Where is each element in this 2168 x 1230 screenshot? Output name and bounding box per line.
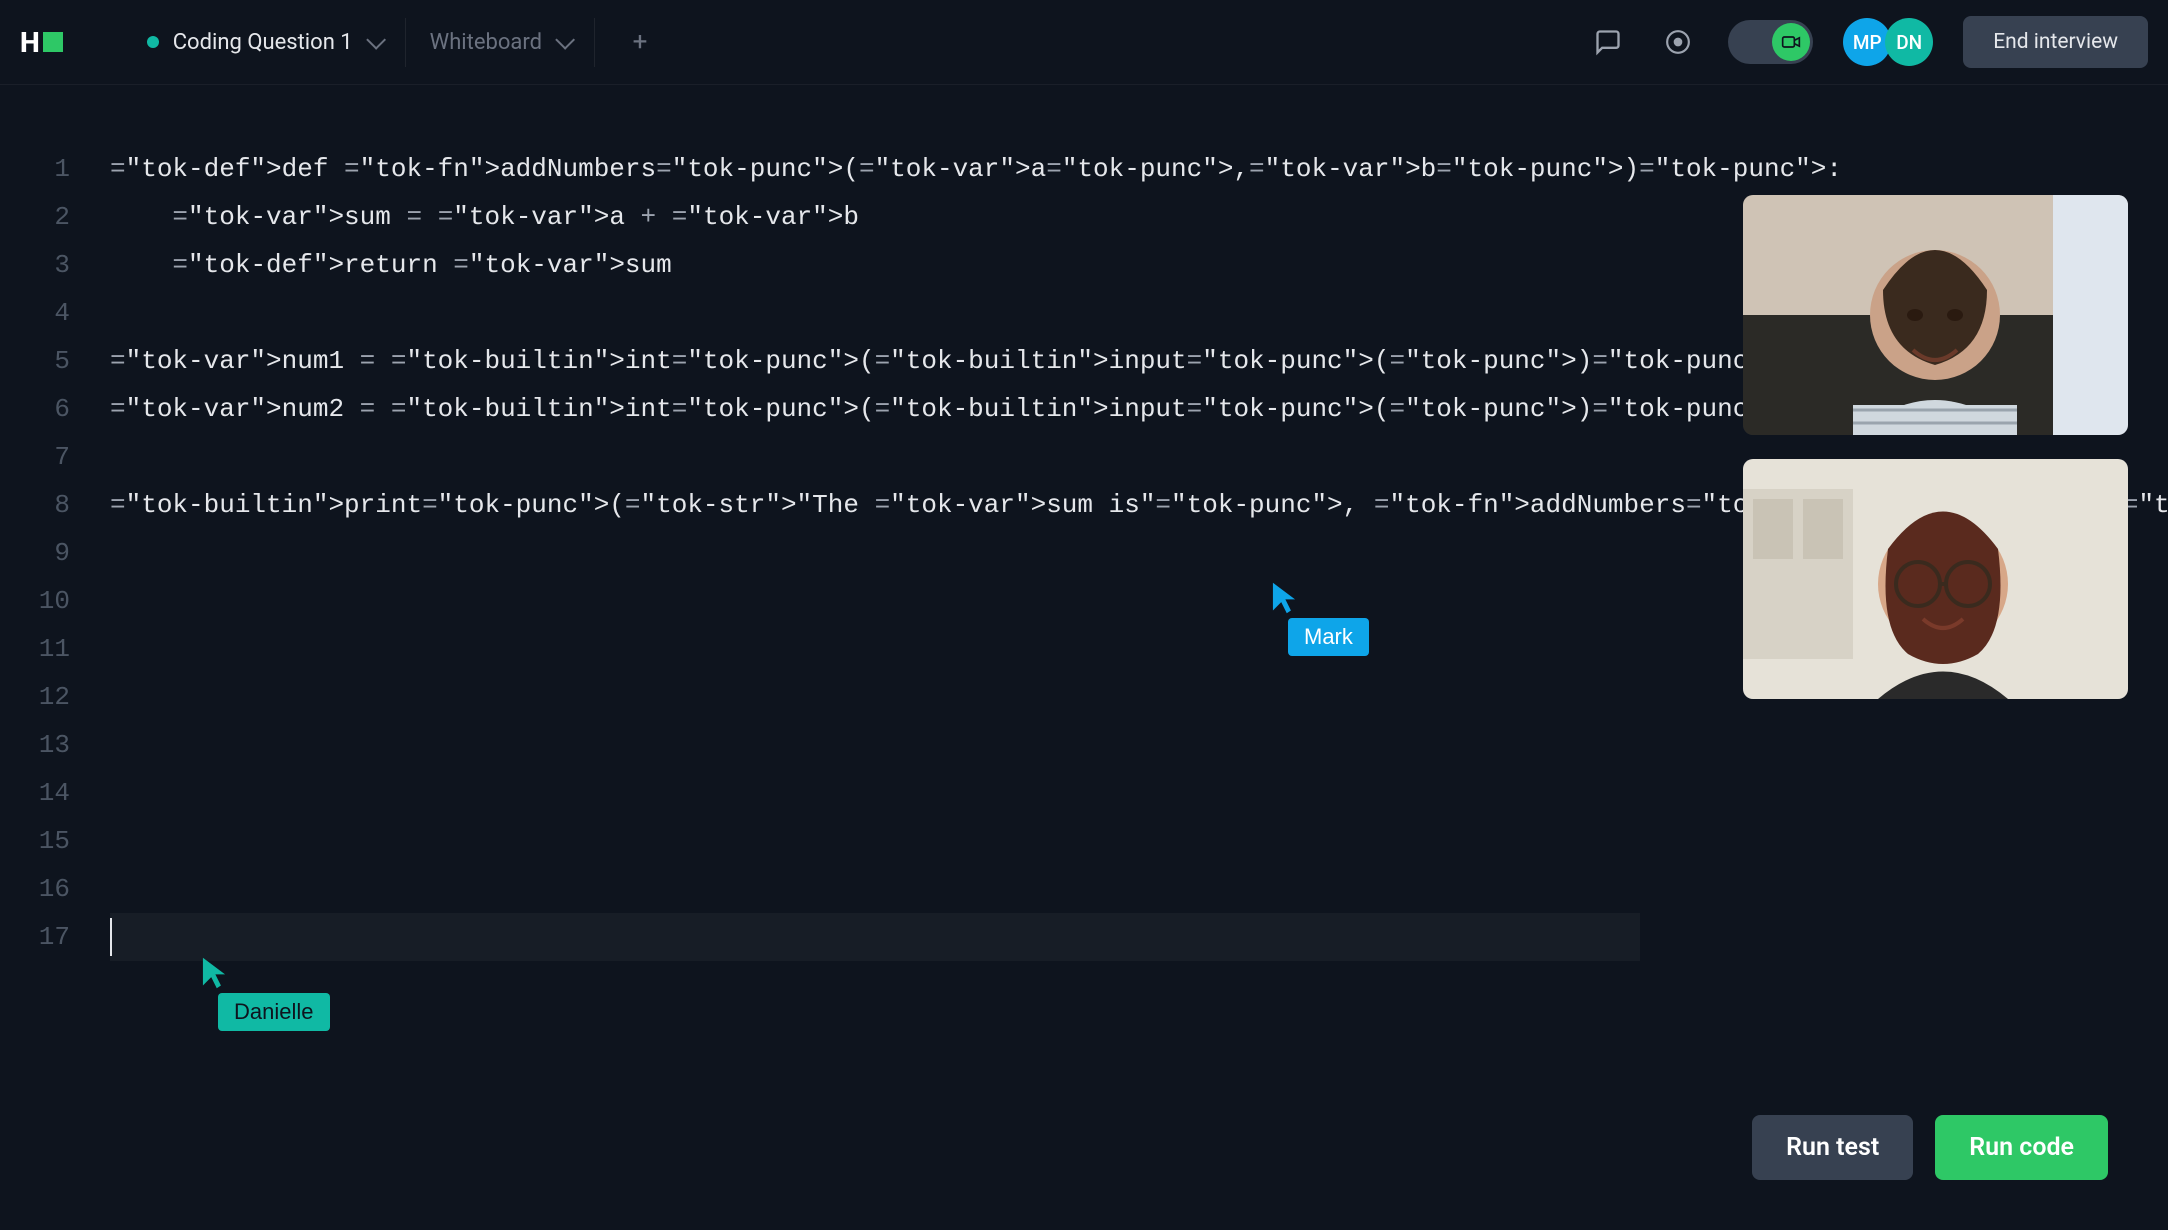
line-number: 14 — [0, 769, 70, 817]
tab-label: Coding Question 1 — [173, 30, 353, 55]
tab-whiteboard[interactable]: Whiteboard — [406, 18, 595, 67]
run-code-button[interactable]: Run code — [1935, 1115, 2108, 1180]
logo-letter: H — [20, 26, 39, 59]
footer-actions: Run test Run code — [1752, 1115, 2108, 1180]
cursor-label: Danielle — [218, 993, 330, 1031]
code-area[interactable]: ="tok-def">def ="tok-fn">addNumbers="tok… — [110, 145, 1640, 961]
video-feed-2 — [1743, 459, 2128, 699]
line-number: 2 — [0, 193, 70, 241]
line-number: 17 — [0, 913, 70, 961]
run-test-button[interactable]: Run test — [1752, 1115, 1913, 1180]
line-number: 16 — [0, 865, 70, 913]
line-number: 12 — [0, 673, 70, 721]
gutter: 1234567891011121314151617 — [0, 145, 110, 961]
video-tile-2[interactable] — [1743, 459, 2128, 699]
code-line[interactable]: ="tok-var">num2 = ="tok-builtin">int="to… — [110, 385, 1640, 433]
video-icon — [1781, 32, 1801, 52]
video-tile-1[interactable] — [1743, 195, 2128, 435]
cursor-icon — [1270, 580, 1298, 616]
video-feed-1 — [1743, 195, 2128, 435]
code-line[interactable] — [110, 721, 1640, 769]
remote-cursor-mark: Mark — [1270, 580, 1298, 616]
code-line[interactable] — [110, 289, 1640, 337]
record-icon — [1665, 29, 1691, 55]
logo-block — [43, 32, 63, 52]
code-line[interactable]: ="tok-var">sum = ="tok-var">a + ="tok-va… — [110, 193, 1640, 241]
header-controls: MP DN End interview — [1588, 16, 2148, 68]
code-line[interactable]: ="tok-def">return ="tok-var">sum — [110, 241, 1640, 289]
code-line[interactable] — [110, 865, 1640, 913]
chevron-down-icon[interactable] — [555, 30, 575, 50]
code-line[interactable] — [110, 673, 1640, 721]
code-line[interactable] — [110, 625, 1640, 673]
code-line[interactable]: ="tok-def">def ="tok-fn">addNumbers="tok… — [110, 145, 1640, 193]
line-number: 6 — [0, 385, 70, 433]
remote-cursor-danielle: Danielle — [200, 955, 228, 991]
chevron-down-icon[interactable] — [366, 30, 386, 50]
line-number: 3 — [0, 241, 70, 289]
code-line[interactable] — [110, 769, 1640, 817]
avatar-dn[interactable]: DN — [1885, 18, 1933, 66]
tab-coding-question[interactable]: Coding Question 1 — [123, 18, 406, 67]
line-number: 8 — [0, 481, 70, 529]
line-number: 11 — [0, 625, 70, 673]
avatar-mp[interactable]: MP — [1843, 18, 1891, 66]
code-line[interactable]: ="tok-builtin">print="tok-punc">(="tok-s… — [110, 481, 1640, 529]
line-number: 5 — [0, 337, 70, 385]
record-button[interactable] — [1658, 22, 1698, 62]
avatar-initials: MP — [1853, 31, 1882, 54]
header: H Coding Question 1 Whiteboard + — [0, 0, 2168, 85]
line-number: 10 — [0, 577, 70, 625]
code-line[interactable] — [110, 433, 1640, 481]
code-line[interactable] — [110, 817, 1640, 865]
line-number: 15 — [0, 817, 70, 865]
video-panel — [1743, 195, 2128, 699]
cursor-icon — [200, 955, 228, 991]
avatar-initials: DN — [1896, 31, 1922, 54]
code-line[interactable] — [110, 529, 1640, 577]
code-line[interactable]: ="tok-var">num1 = ="tok-builtin">int="to… — [110, 337, 1640, 385]
status-dot-icon — [147, 36, 159, 48]
plus-icon: + — [633, 27, 648, 57]
cursor-label: Mark — [1288, 618, 1369, 656]
line-number: 7 — [0, 433, 70, 481]
line-number: 1 — [0, 145, 70, 193]
end-interview-button[interactable]: End interview — [1963, 16, 2148, 68]
avatar-group: MP DN — [1843, 18, 1933, 66]
tabs: Coding Question 1 Whiteboard + — [123, 17, 665, 67]
logo: H — [20, 26, 63, 59]
add-tab-button[interactable]: + — [615, 17, 665, 67]
line-number: 13 — [0, 721, 70, 769]
video-toggle[interactable] — [1728, 20, 1813, 64]
line-number: 9 — [0, 529, 70, 577]
line-number: 4 — [0, 289, 70, 337]
video-toggle-knob — [1772, 23, 1810, 61]
chat-icon — [1594, 28, 1622, 56]
code-line[interactable] — [110, 577, 1640, 625]
chat-button[interactable] — [1588, 22, 1628, 62]
tab-label: Whiteboard — [430, 30, 542, 55]
